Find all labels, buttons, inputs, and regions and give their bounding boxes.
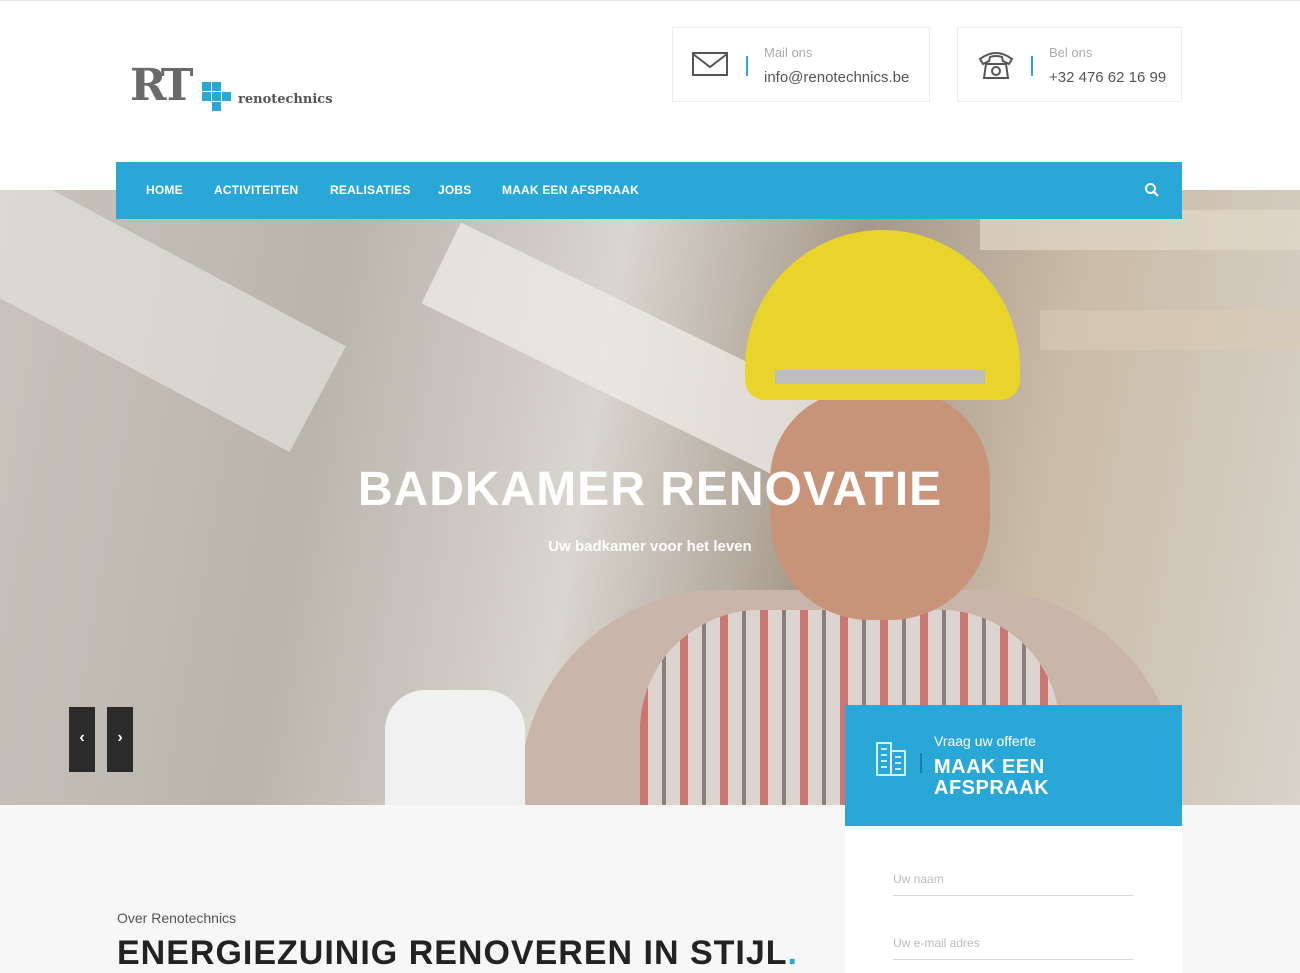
logo-letters: RT	[130, 60, 194, 111]
about-title-dot: .	[787, 934, 798, 972]
logo-square	[202, 82, 211, 91]
search-icon[interactable]	[1144, 182, 1160, 198]
about-title-text: ENERGIEZUINIG RENOVEREN IN STIJL	[117, 934, 788, 972]
logo[interactable]: RT renotechnics	[130, 60, 333, 112]
envelope-icon	[692, 52, 728, 76]
logo-square	[222, 92, 231, 101]
hero-title: BADKAMER RENOVATIE	[357, 463, 943, 516]
offerte-label: Vraag uw offerte	[934, 733, 1036, 749]
about-label: Over Renotechnics	[117, 910, 237, 926]
nav-item-afspraak[interactable]: MAAK EEN AFSPRAAK	[502, 183, 639, 197]
chevron-right-icon: ›	[117, 729, 123, 746]
logo-name: renotechnics	[238, 92, 333, 107]
name-field[interactable]: Uw naam	[893, 868, 1133, 896]
top-border	[0, 0, 1300, 1]
ceiling-shape	[1040, 310, 1300, 350]
beam-shape	[0, 190, 346, 453]
slider-prev-button[interactable]: ‹	[69, 707, 95, 772]
nav-item-activiteiten[interactable]: ACTIVITEITEN	[214, 183, 298, 197]
phone-number-link[interactable]: +32 476 62 16 99	[1049, 69, 1166, 86]
email-field[interactable]: Uw e-mail adres	[893, 932, 1133, 960]
nav-item-jobs[interactable]: JOBS	[438, 183, 471, 197]
name-field-placeholder: Uw naam	[893, 872, 944, 886]
slider-next-button[interactable]: ›	[107, 707, 133, 772]
helmet-band	[775, 370, 985, 384]
chevron-left-icon: ‹	[79, 729, 85, 746]
hero-subtitle: Uw badkamer voor het leven	[548, 538, 752, 555]
phone-contact-box[interactable]: Bel ons +32 476 62 16 99	[957, 27, 1182, 102]
mail-contact-box[interactable]: Mail ons info@renotechnics.be	[672, 27, 930, 102]
logo-square	[212, 102, 221, 111]
worker-glove	[385, 690, 525, 805]
main-nav: HOME ACTIVITEITEN REALISATIES JOBS MAAK …	[116, 162, 1182, 219]
mail-label: Mail ons	[764, 45, 813, 60]
nav-item-home[interactable]: HOME	[146, 183, 183, 197]
about-title: ENERGIEZUINIG RENOVEREN IN STIJL.	[117, 934, 798, 973]
logo-square	[212, 82, 221, 91]
offerte-panel[interactable]: Vraag uw offerte MAAK EEN AFSPRAAK	[845, 705, 1182, 826]
offerte-form: Uw naam Uw e-mail adres	[845, 826, 1182, 973]
separator	[920, 753, 922, 773]
phone-icon	[978, 52, 1014, 79]
email-field-placeholder: Uw e-mail adres	[893, 936, 980, 950]
nav-item-realisaties[interactable]: REALISATIES	[330, 183, 411, 197]
phone-label: Bel ons	[1049, 45, 1093, 60]
logo-square	[202, 92, 211, 101]
separator	[1031, 56, 1033, 76]
logo-square	[212, 92, 221, 101]
separator	[746, 56, 748, 76]
building-icon	[876, 742, 906, 776]
offerte-title: MAAK EEN AFSPRAAK	[934, 756, 1050, 799]
mail-address-link[interactable]: info@renotechnics.be	[764, 69, 909, 86]
